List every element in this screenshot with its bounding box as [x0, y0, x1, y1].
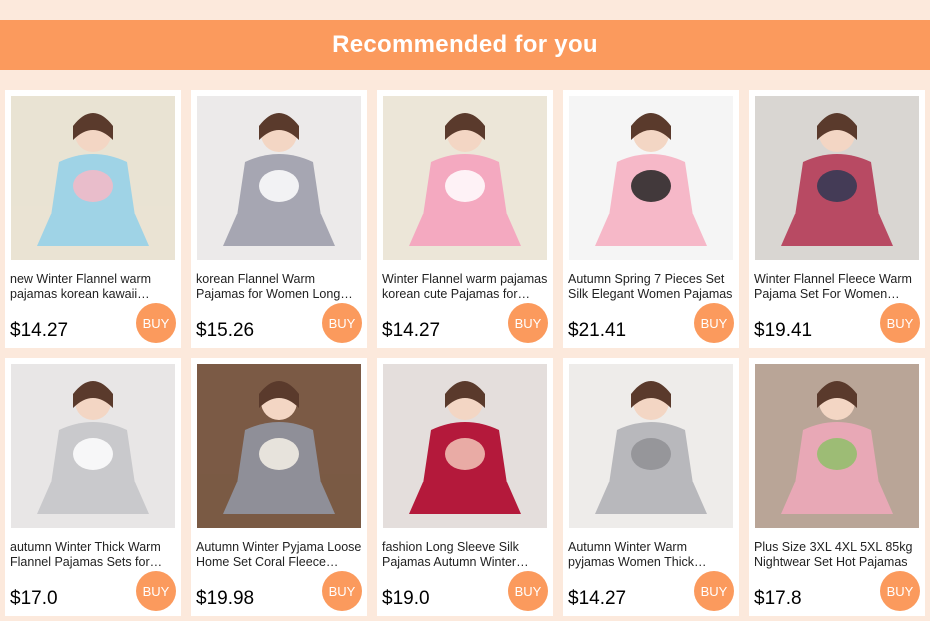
product-price: $14.27 [568, 588, 627, 609]
product-title[interactable]: Autumn Winter Pyjama Loose Home Set Cora… [196, 540, 362, 570]
product-image[interactable] [569, 364, 733, 528]
product-price: $14.27 [10, 320, 69, 341]
product-card[interactable]: Winter Flannel Fleece Warm Pajama Set Fo… [749, 90, 925, 348]
buy-button[interactable]: BUY [322, 303, 362, 343]
product-title[interactable]: new Winter Flannel warm pajamas korean k… [10, 272, 176, 302]
product-image[interactable] [755, 96, 919, 260]
product-title[interactable]: Winter Flannel warm pajamas korean cute … [382, 272, 548, 302]
product-image[interactable] [11, 96, 175, 260]
buy-button[interactable]: BUY [322, 571, 362, 611]
buy-button[interactable]: BUY [508, 571, 548, 611]
section-title: Recommended for you [332, 31, 598, 58]
buy-button[interactable]: BUY [694, 303, 734, 343]
product-image[interactable] [383, 96, 547, 260]
product-price: $19.98 [196, 588, 255, 609]
product-card[interactable]: Autumn Spring 7 Pieces Set Silk Elegant … [563, 90, 739, 348]
buy-button[interactable]: BUY [136, 571, 176, 611]
product-title[interactable]: fashion Long Sleeve Silk Pajamas Autumn … [382, 540, 548, 570]
product-grid: new Winter Flannel warm pajamas korean k… [5, 90, 925, 616]
recommended-header: Recommended for you [0, 20, 930, 70]
buy-button[interactable]: BUY [508, 303, 548, 343]
buy-button[interactable]: BUY [880, 571, 920, 611]
product-price: $14.27 [382, 320, 441, 341]
product-card[interactable]: Winter Flannel warm pajamas korean cute … [377, 90, 553, 348]
product-title[interactable]: autumn Winter Thick Warm Flannel Pajamas… [10, 540, 176, 570]
product-title[interactable]: Plus Size 3XL 4XL 5XL 85kg Nightwear Set… [754, 540, 920, 570]
product-price: $19.0 [382, 588, 430, 609]
product-card[interactable]: korean Flannel Warm Pajamas for Women Lo… [191, 90, 367, 348]
product-image[interactable] [755, 364, 919, 528]
product-image[interactable] [569, 96, 733, 260]
product-title[interactable]: korean Flannel Warm Pajamas for Women Lo… [196, 272, 362, 302]
buy-button[interactable]: BUY [136, 303, 176, 343]
product-price: $17.0 [10, 588, 58, 609]
product-image[interactable] [11, 364, 175, 528]
product-card[interactable]: Plus Size 3XL 4XL 5XL 85kg Nightwear Set… [749, 358, 925, 616]
product-price: $17.8 [754, 588, 802, 609]
buy-button[interactable]: BUY [880, 303, 920, 343]
product-price: $15.26 [196, 320, 255, 341]
product-image[interactable] [197, 96, 361, 260]
buy-button[interactable]: BUY [694, 571, 734, 611]
product-image[interactable] [383, 364, 547, 528]
product-price: $21.41 [568, 320, 627, 341]
product-price: $19.41 [754, 320, 813, 341]
product-card[interactable]: Autumn Winter Pyjama Loose Home Set Cora… [191, 358, 367, 616]
product-card[interactable]: Autumn Winter Warm pyjamas Women Thick F… [563, 358, 739, 616]
product-image[interactable] [197, 364, 361, 528]
product-card[interactable]: fashion Long Sleeve Silk Pajamas Autumn … [377, 358, 553, 616]
product-card[interactable]: new Winter Flannel warm pajamas korean k… [5, 90, 181, 348]
product-card[interactable]: autumn Winter Thick Warm Flannel Pajamas… [5, 358, 181, 616]
product-title[interactable]: Winter Flannel Fleece Warm Pajama Set Fo… [754, 272, 920, 302]
product-title[interactable]: Autumn Spring 7 Pieces Set Silk Elegant … [568, 272, 734, 302]
product-title[interactable]: Autumn Winter Warm pyjamas Women Thick F… [568, 540, 734, 570]
